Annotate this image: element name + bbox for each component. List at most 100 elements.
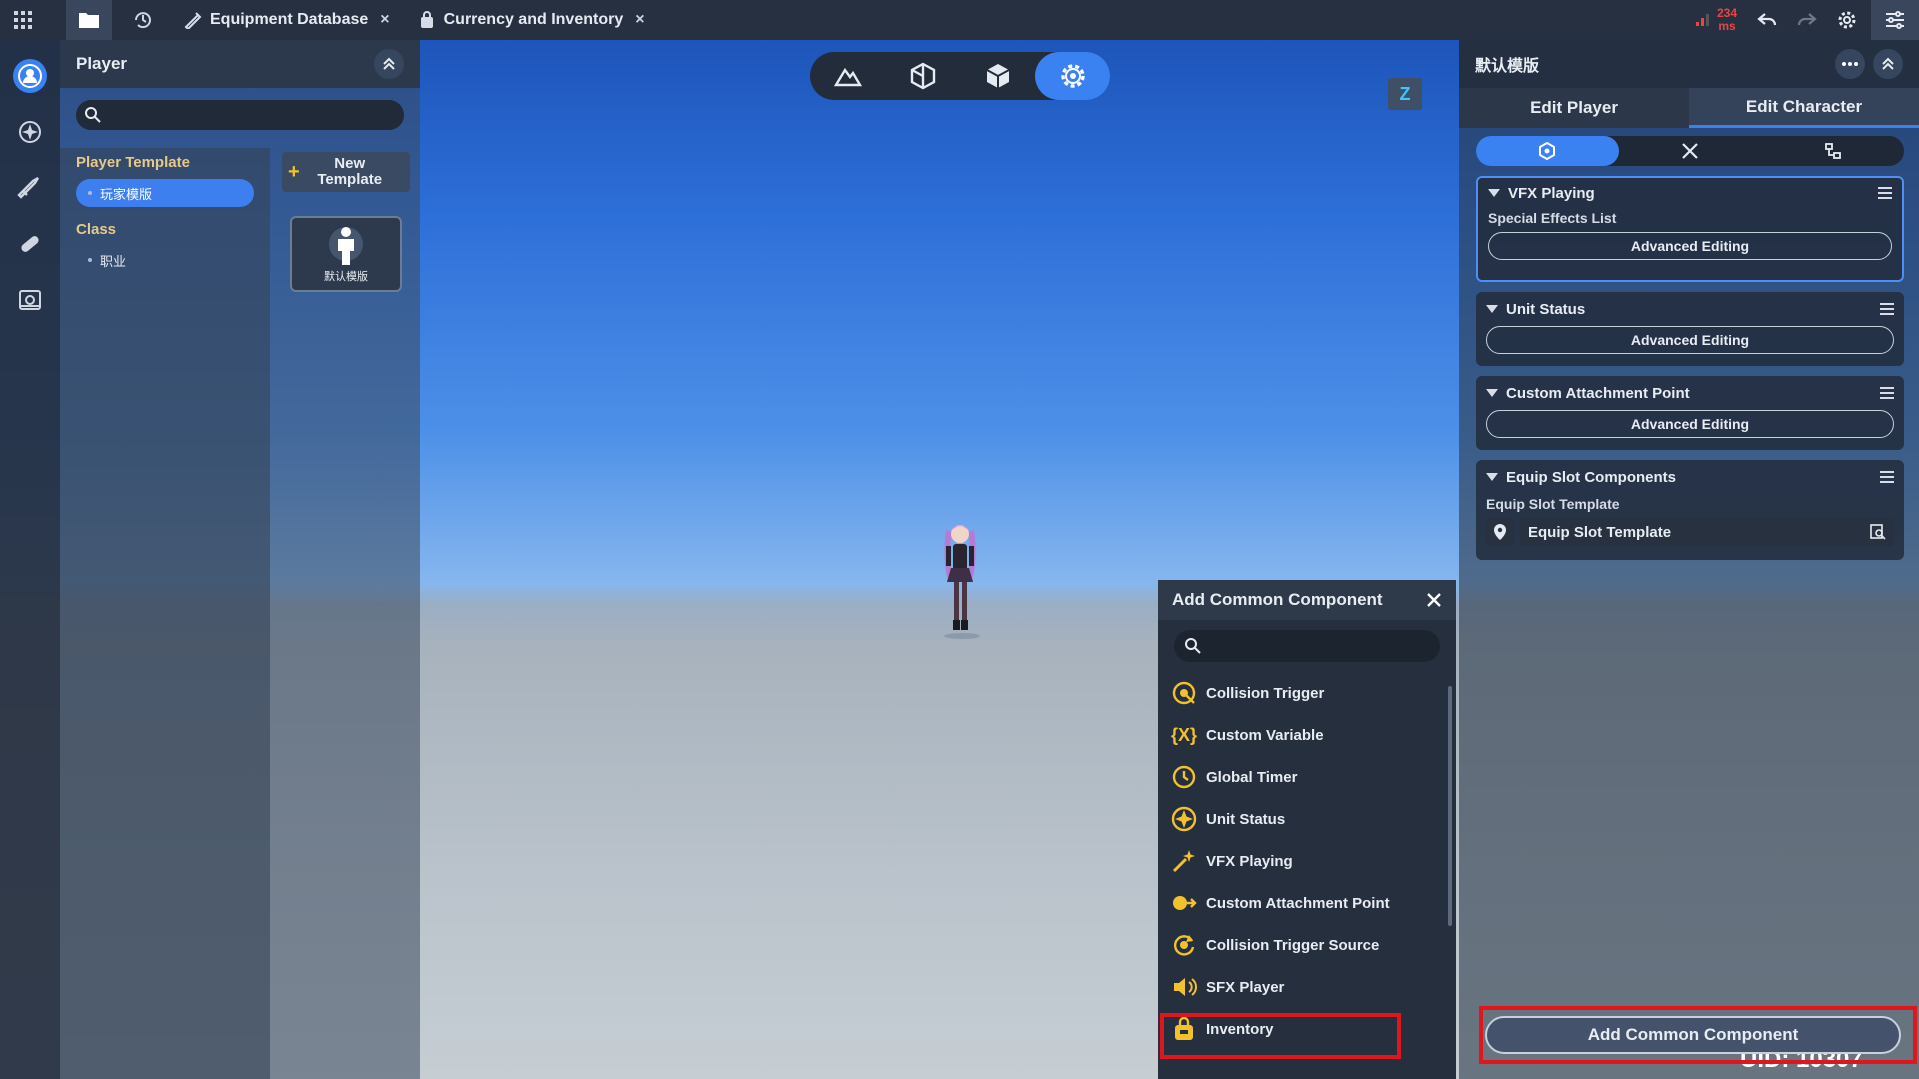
list-item-collision-trigger-source[interactable]: Collision Trigger Source: [1158, 924, 1456, 966]
list-item-vfx-playing[interactable]: VFX Playing: [1158, 840, 1456, 882]
list-item-collision-trigger[interactable]: Collision Trigger: [1158, 672, 1456, 714]
more-options-icon[interactable]: [1835, 49, 1865, 79]
item-label: Unit Status: [1206, 810, 1286, 828]
list-item-custom-variable[interactable]: {X} Custom Variable: [1158, 714, 1456, 756]
settings-gear-icon[interactable]: [1827, 0, 1867, 40]
card-title: VFX Playing: [1508, 184, 1595, 202]
item-label: Collision Trigger Source: [1206, 936, 1380, 954]
search-document-icon[interactable]: [1870, 524, 1886, 540]
card-header[interactable]: Equip Slot Components: [1476, 460, 1904, 494]
equip-slot-template-row: Equip Slot Template: [1486, 518, 1894, 546]
popup-scrollbar[interactable]: [1448, 686, 1452, 926]
equip-slot-template-field[interactable]: Equip Slot Template: [1520, 518, 1894, 546]
ping-unit: ms: [1718, 19, 1736, 33]
close-icon[interactable]: [1426, 592, 1442, 608]
new-template-button[interactable]: + New Template: [282, 152, 410, 192]
bandage-icon[interactable]: [0, 216, 60, 272]
sliders-icon[interactable]: [1871, 0, 1919, 40]
component-card-custom-attachment-point: Custom Attachment Point Advanced Editing: [1476, 376, 1904, 450]
z-badge[interactable]: Z: [1388, 78, 1422, 110]
terrain-icon[interactable]: [810, 52, 885, 100]
collapse-up-icon[interactable]: [1873, 49, 1903, 79]
item-label: VFX Playing: [1206, 852, 1293, 870]
template-tree: Player Template 玩家模版 Class 职业: [60, 148, 270, 1079]
inspector-panel: 默认模版 Edit Player Edit Character VFX Play…: [1459, 40, 1919, 1079]
undo-icon[interactable]: [1747, 0, 1787, 40]
ping-readout: 234 ms: [1717, 7, 1737, 33]
bag-icon: [420, 11, 433, 28]
compass-star-icon[interactable]: [0, 104, 60, 160]
inspector-header: 默认模版: [1459, 40, 1919, 88]
tab-currency-inventory[interactable]: Currency and Inventory ×: [408, 0, 655, 40]
item-label: SFX Player: [1206, 978, 1285, 996]
list-item-sfx-player[interactable]: SFX Player: [1158, 966, 1456, 1008]
tree-item-player-template[interactable]: 玩家模版: [76, 179, 254, 207]
redo-icon[interactable]: [1787, 0, 1827, 40]
card-header[interactable]: Custom Attachment Point: [1476, 376, 1904, 410]
sword-icon[interactable]: [0, 160, 60, 216]
hierarchy-icon[interactable]: [1761, 136, 1904, 166]
collapse-triangle-icon[interactable]: [1488, 189, 1500, 197]
person-icon: [329, 227, 363, 265]
tab-label: Equipment Database: [210, 11, 369, 28]
advanced-editing-button[interactable]: Advanced Editing: [1486, 326, 1894, 354]
collapse-triangle-icon[interactable]: [1486, 473, 1498, 481]
cube-icon[interactable]: [960, 52, 1035, 100]
history-icon[interactable]: [120, 0, 166, 40]
item-label: Global Timer: [1206, 768, 1298, 786]
player-character[interactable]: [938, 520, 982, 640]
tab-label: Currency and Inventory: [443, 11, 624, 28]
component-list: Collision Trigger {X} Custom Variable Gl…: [1158, 672, 1456, 1050]
popup-header: Add Common Component: [1158, 580, 1456, 620]
popup-title: Add Common Component: [1172, 590, 1383, 609]
player-panel: Player Player Template 玩家模版 Class 职业 + N…: [60, 40, 420, 1079]
equipment-icon: [184, 12, 202, 29]
apps-grid-icon[interactable]: [0, 0, 46, 40]
highlight-box: [1160, 1013, 1401, 1059]
tab-edit-player[interactable]: Edit Player: [1459, 88, 1689, 128]
menu-icon[interactable]: [1880, 387, 1894, 399]
template-card-label: 默认模版: [324, 271, 368, 283]
menu-icon[interactable]: [1880, 303, 1894, 315]
close-icon[interactable]: ×: [380, 11, 389, 29]
top-bar: Equipment Database × Currency and Invent…: [0, 0, 1919, 40]
tab-equipment-database[interactable]: Equipment Database ×: [174, 0, 400, 40]
tab-edit-character[interactable]: Edit Character: [1689, 88, 1919, 128]
list-item-global-timer[interactable]: Global Timer: [1158, 756, 1456, 798]
structure-icon[interactable]: [885, 52, 960, 100]
inspector-title: 默认模版: [1475, 58, 1540, 75]
viewport-toolbar: [810, 52, 1110, 100]
template-card[interactable]: 默认模版: [290, 216, 402, 292]
advanced-editing-button[interactable]: Advanced Editing: [1486, 410, 1894, 438]
list-item-unit-status[interactable]: Unit Status: [1158, 798, 1456, 840]
advanced-editing-button[interactable]: Advanced Editing: [1488, 232, 1892, 260]
component-search-input[interactable]: [1174, 630, 1440, 662]
section-player-template: Player Template: [76, 154, 190, 171]
collapse-triangle-icon[interactable]: [1486, 305, 1498, 313]
field-value: Equip Slot Template: [1528, 523, 1672, 541]
item-label: Custom Variable: [1206, 726, 1324, 744]
components-icon[interactable]: [1476, 136, 1619, 166]
tree-item-class[interactable]: 职业: [76, 246, 254, 274]
collapse-triangle-icon[interactable]: [1486, 389, 1498, 397]
global-timer-icon: [1170, 763, 1198, 791]
crossed-swords-icon[interactable]: [1619, 136, 1762, 166]
location-pin-icon[interactable]: [1486, 518, 1514, 546]
card-header[interactable]: VFX Playing: [1478, 178, 1902, 208]
collapse-up-icon[interactable]: [374, 49, 404, 79]
list-item-custom-attachment-point[interactable]: Custom Attachment Point: [1158, 882, 1456, 924]
menu-icon[interactable]: [1880, 471, 1894, 483]
close-icon[interactable]: ×: [635, 11, 644, 29]
player-search-input[interactable]: [76, 100, 404, 130]
search-icon: [85, 107, 101, 123]
player-icon[interactable]: [0, 48, 60, 104]
camera-icon[interactable]: [0, 272, 60, 328]
item-label: Custom Attachment Point: [1206, 894, 1390, 912]
component-card-vfx-playing: VFX Playing Special Effects List Advance…: [1476, 176, 1904, 282]
tree-item-label: 玩家模版: [100, 186, 153, 202]
menu-icon[interactable]: [1878, 187, 1892, 199]
card-header[interactable]: Unit Status: [1476, 292, 1904, 326]
folder-icon[interactable]: [66, 0, 112, 40]
sfx-player-icon: [1170, 973, 1198, 1001]
gear-icon[interactable]: [1035, 52, 1110, 100]
